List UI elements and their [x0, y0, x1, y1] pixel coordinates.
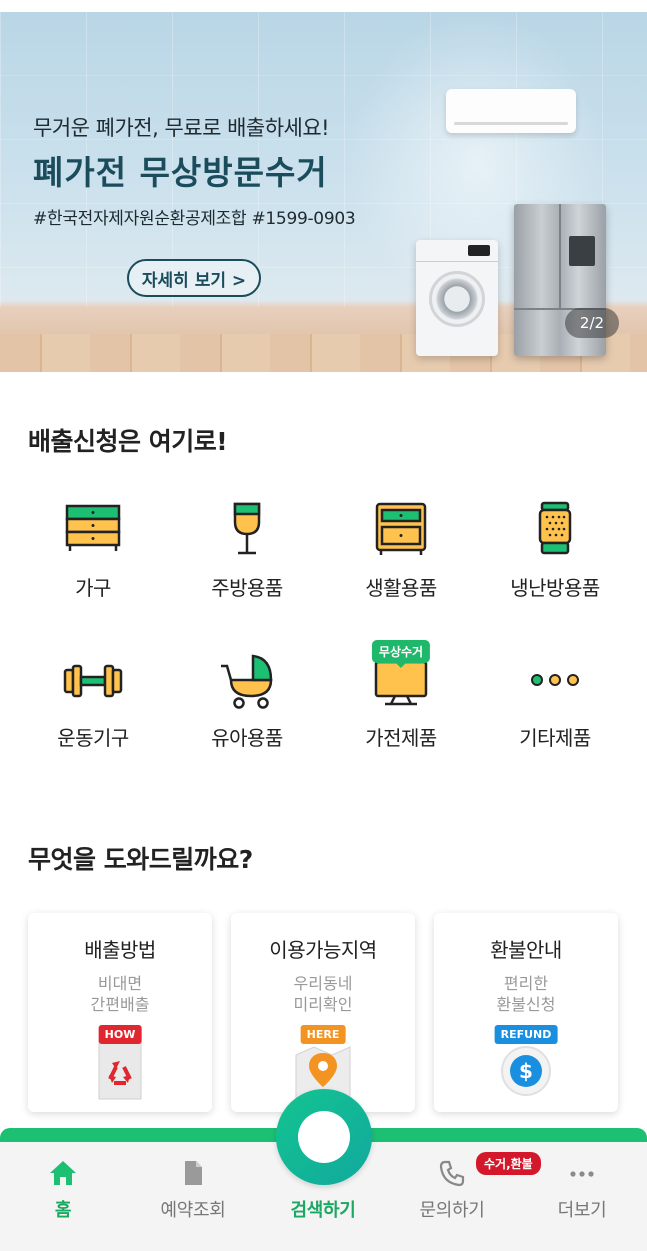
category-exercise[interactable]: 운동기구 [18, 650, 168, 751]
phone-icon [437, 1158, 467, 1188]
category-household[interactable]: 생활용품 [326, 500, 476, 601]
home-icon [48, 1158, 78, 1188]
help-card-disposal-method[interactable]: 배출방법 비대면 간편배출 HOW [28, 913, 212, 1112]
banner-detail-label: 자세히 보기 > [141, 270, 247, 291]
cabinet-icon [369, 500, 433, 564]
nav-home-label: 홈 [54, 1200, 72, 1221]
category-appliances[interactable]: 무상수거 가전제품 [326, 640, 476, 751]
document-icon [178, 1158, 208, 1188]
nav-reservations-label: 예약조회 [160, 1200, 226, 1221]
banner-subtitle: 무거운 폐가전, 무료로 배출하세요! [33, 116, 330, 140]
tv-monitor-icon: 무상수거 [369, 640, 433, 714]
nav-inquiry-label: 문의하기 [419, 1200, 485, 1221]
help-card-refund[interactable]: 환불안내 편리한 환불신청 REFUND $ [434, 913, 618, 1112]
nav-home[interactable]: 홈 [3, 1158, 123, 1222]
svg-text:$: $ [519, 1059, 533, 1083]
here-tag: HERE [300, 1025, 346, 1044]
nav-search-label: 검색하기 [290, 1200, 356, 1221]
category-label: 유아용품 [211, 726, 283, 750]
air-conditioner-image [446, 89, 576, 133]
category-etc[interactable]: 기타제품 [480, 650, 630, 751]
furniture-drawer-icon [61, 500, 125, 564]
recycle-icon: HOW [85, 1025, 155, 1101]
more-dots-icon [523, 650, 587, 714]
dumbbell-icon [61, 650, 125, 714]
category-kitchen[interactable]: 주방용품 [172, 500, 322, 601]
card-title: 이용가능지역 [269, 938, 377, 962]
refund-tag: REFUND [494, 1025, 558, 1044]
category-furniture[interactable]: 가구 [18, 500, 168, 601]
banner-page-indicator: 2/2 [565, 308, 619, 338]
category-heating-cooling[interactable]: 냉난방용품 [480, 500, 630, 601]
promo-banner[interactable]: 무거운 폐가전, 무료로 배출하세요! 폐가전 무상방문수거 #한국전자제자원순… [0, 12, 647, 372]
search-fab-button[interactable] [276, 1089, 372, 1185]
category-label: 주방용품 [211, 576, 283, 600]
banner-detail-button[interactable]: 자세히 보기 > [127, 259, 261, 297]
inquiry-badge: 수거,환불 [476, 1152, 541, 1175]
category-baby[interactable]: 유아용품 [172, 650, 322, 751]
dollar-coin-icon: REFUND $ [491, 1025, 561, 1101]
category-label: 냉난방용품 [510, 576, 600, 600]
help-title: 무엇을 도와드릴까요? [28, 845, 253, 874]
card-title: 배출방법 [84, 938, 156, 962]
stroller-icon [215, 650, 279, 714]
card-title: 환불안내 [490, 938, 562, 962]
category-label: 운동기구 [57, 726, 129, 750]
category-label: 가구 [75, 576, 111, 600]
banner-hashtags: #한국전자제자원순환공제조합 #1599-0903 [33, 209, 356, 229]
how-tag: HOW [98, 1025, 142, 1044]
categories-title: 배출신청은 여기로! [28, 427, 228, 456]
card-description: 편리한 환불신청 [496, 974, 556, 1014]
nav-more-label: 더보기 [557, 1200, 607, 1221]
free-pickup-badge: 무상수거 [371, 640, 431, 668]
wine-glass-icon [215, 500, 279, 564]
help-card-service-area[interactable]: 이용가능지역 우리동네 미리확인 HERE [231, 913, 415, 1112]
washing-machine-image [416, 240, 498, 356]
nav-reservations[interactable]: 예약조회 [133, 1158, 253, 1222]
category-label: 기타제품 [519, 726, 591, 750]
card-description: 우리동네 미리확인 [293, 974, 353, 1014]
category-label: 생활용품 [365, 576, 437, 600]
category-label: 가전제품 [365, 726, 437, 750]
heater-icon [523, 500, 587, 564]
banner-title: 폐가전 무상방문수거 [33, 153, 328, 192]
card-description: 비대면 간편배출 [90, 974, 150, 1014]
more-horizontal-icon [567, 1158, 597, 1188]
